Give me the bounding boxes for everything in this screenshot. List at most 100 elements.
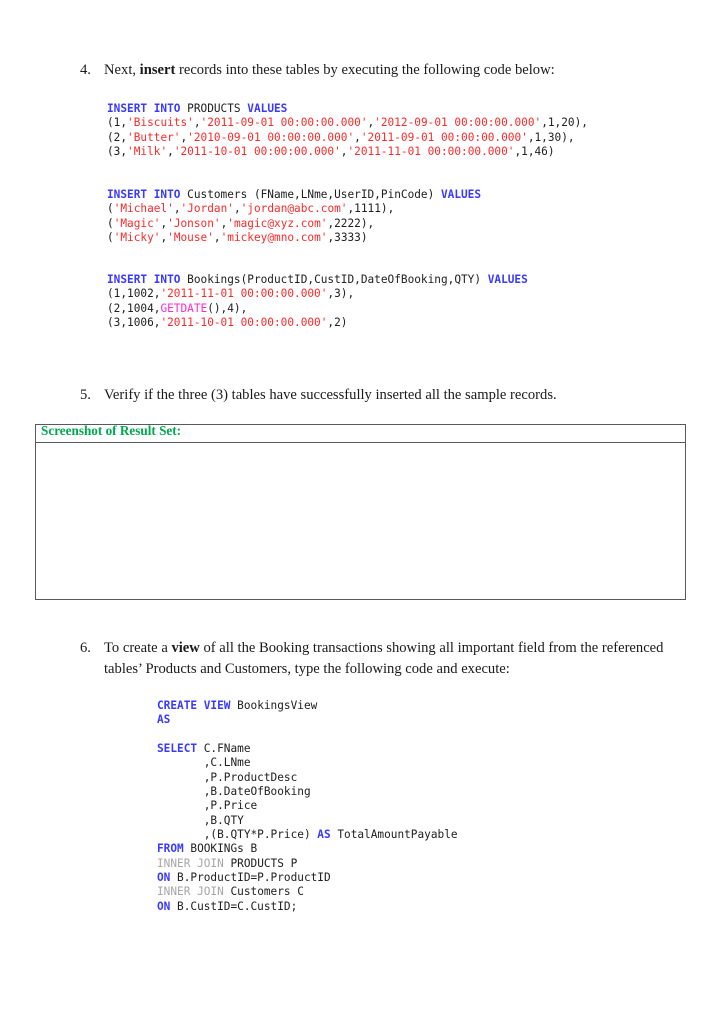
code-line: ,B.DateOfBooking (157, 785, 458, 799)
code-line: INNER JOIN PRODUCTS P (157, 857, 458, 871)
code-line: ,B.QTY (157, 814, 458, 828)
code-token: '2012-09-01 00:00:00.000' (374, 116, 542, 130)
code-line: (3,1006,'2011-10-01 00:00:00.000',2) (107, 316, 528, 330)
code-token: ,2) (327, 316, 348, 330)
list-item-4: 4. Next, insert records into these table… (70, 60, 670, 81)
code-line: ON B.ProductID=P.ProductID (157, 871, 458, 885)
code-token: INSERT INTO (107, 188, 181, 201)
code-token: VALUES (247, 102, 288, 115)
code-token: '2011-10-01 00:00:00.000' (173, 145, 341, 159)
list-item-5: 5. Verify if the three (3) tables have s… (70, 385, 670, 406)
code-token: '2011-09-01 00:00:00.000' (360, 130, 528, 144)
code-token: (3,1006, (107, 316, 161, 330)
code-token: (),4), (207, 301, 248, 315)
code-token: '2011-11-01 00:00:00.000' (347, 145, 515, 159)
code-token: ,B.QTY (157, 813, 244, 827)
code-token: , (173, 202, 181, 216)
code-line: SELECT C.FName (157, 742, 458, 756)
code-token: '2010-09-01 00:00:00.000' (187, 130, 355, 144)
list-item-6: 6. To create a view of all the Booking t… (70, 638, 670, 679)
code-token: ,3333) (327, 231, 368, 245)
code-token: , (193, 116, 201, 130)
code-token: CREATE VIEW (157, 699, 231, 712)
code-token: INNER JOIN (157, 885, 224, 899)
code-token: , (167, 145, 174, 159)
code-line: (2,1004,GETDATE(),4), (107, 302, 528, 316)
code-token: ,(B.QTY*P.Price) (157, 828, 318, 842)
code-token: SELECT (157, 742, 198, 756)
code-token: (2, (107, 130, 128, 144)
list-item-5-text: Verify if the three (3) tables have succ… (104, 387, 557, 403)
code-token: ,1,20), (541, 116, 588, 130)
code-token: 'Jordan' (180, 202, 234, 216)
code-token: PRODUCTS P (223, 856, 298, 870)
code-token: , (354, 130, 361, 144)
list-item-4-number: 4. (80, 62, 91, 78)
code-block-create-view: CREATE VIEW BookingsView AS SELECT C.FNam… (157, 699, 458, 914)
code-line: ,(B.QTY*P.Price) AS TotalAmountPayable (157, 828, 458, 842)
code-token: (3, (107, 145, 128, 159)
code-token: '2011-11-01 00:00:00.000' (160, 287, 328, 301)
list-item-6-text: To create a view of all the Booking tran… (104, 638, 670, 679)
list-item-4-text: Next, insert records into these tables b… (104, 60, 555, 81)
code-token: INNER JOIN (157, 856, 224, 870)
code-line: (2,'Butter','2010-09-01 00:00:00.000','2… (107, 131, 588, 145)
list-item-6-text-before: To create a (104, 640, 172, 656)
code-line: ('Micky','Mouse','mickey@mno.com',3333) (107, 231, 481, 245)
code-block-insert-products: INSERT INTO PRODUCTS VALUES (1,'Biscuits'… (107, 102, 588, 159)
code-token: TotalAmountPayable (330, 828, 458, 842)
code-token: ON (157, 899, 171, 913)
document-page: 4. Next, insert records into these table… (0, 0, 724, 1024)
list-item-4-text-after: records into these tables by executing t… (175, 62, 555, 78)
code-token: ,P.ProductDesc (157, 770, 298, 784)
list-item-4-text-before: Next, (104, 62, 140, 78)
code-token: INSERT INTO (107, 102, 181, 115)
code-token: 'Biscuits' (127, 116, 194, 130)
code-token: ,1,46) (514, 145, 555, 159)
code-token: ,1111), (347, 202, 395, 216)
code-token: 'Milk' (127, 145, 168, 159)
code-token: , (233, 202, 241, 216)
code-line: ON B.CustID=C.CustID; (157, 900, 458, 914)
code-token: AS (317, 828, 331, 842)
code-line: CREATE VIEW BookingsView (157, 699, 458, 713)
code-line: ,P.ProductDesc (157, 771, 458, 785)
code-token: 'Magic' (113, 216, 161, 230)
code-token: B.ProductID=P.ProductID (170, 871, 331, 885)
list-item-4-bold: insert (139, 62, 176, 78)
result-set-label: Screenshot of Result Set: (41, 423, 182, 438)
code-token: 'mickey@mno.com' (220, 231, 328, 245)
code-block-insert-customers: INSERT INTO Customers (FName,LNme,UserID… (107, 188, 481, 245)
code-token: BookingsView (230, 699, 318, 712)
code-token: INSERT INTO (107, 273, 181, 286)
code-token: 'Butter' (127, 130, 181, 144)
code-token: 'magic@xyz.com' (227, 216, 328, 230)
code-line: ('Michael','Jordan','jordan@abc.com',111… (107, 202, 481, 216)
code-token: ,B.DateOfBooking (157, 785, 311, 799)
code-line: (3,'Milk','2011-10-01 00:00:00.000','201… (107, 145, 588, 159)
code-line: INSERT INTO Bookings(ProductID,CustID,Da… (107, 273, 528, 287)
code-line: (1,'Biscuits','2011-09-01 00:00:00.000',… (107, 116, 588, 130)
code-token: ,3), (327, 287, 355, 301)
code-token: ( (107, 202, 114, 216)
code-token: GETDATE (160, 301, 208, 315)
code-token: ,C.LNme (157, 756, 251, 770)
code-line: ,P.Price (157, 799, 458, 813)
result-set-table (35, 424, 686, 600)
code-token: , (213, 231, 221, 245)
code-token: (1, (107, 116, 128, 130)
list-item-6-bold: view (171, 640, 200, 656)
code-line: INSERT INTO Customers (FName,LNme,UserID… (107, 188, 481, 202)
list-item-5-number: 5. (80, 387, 91, 403)
code-line: ('Magic','Jonson','magic@xyz.com',2222), (107, 217, 481, 231)
code-token: ( (107, 231, 114, 245)
code-token: '2011-10-01 00:00:00.000' (160, 316, 328, 330)
code-token: 'Michael' (113, 202, 174, 216)
code-token: AS (157, 713, 171, 727)
code-token: ,2222), (327, 216, 375, 230)
code-token: Customers C (223, 885, 304, 899)
code-line: ,C.LNme (157, 756, 458, 770)
code-token: BOOKINGs B (183, 842, 258, 856)
code-token: (2,1004, (107, 301, 161, 315)
